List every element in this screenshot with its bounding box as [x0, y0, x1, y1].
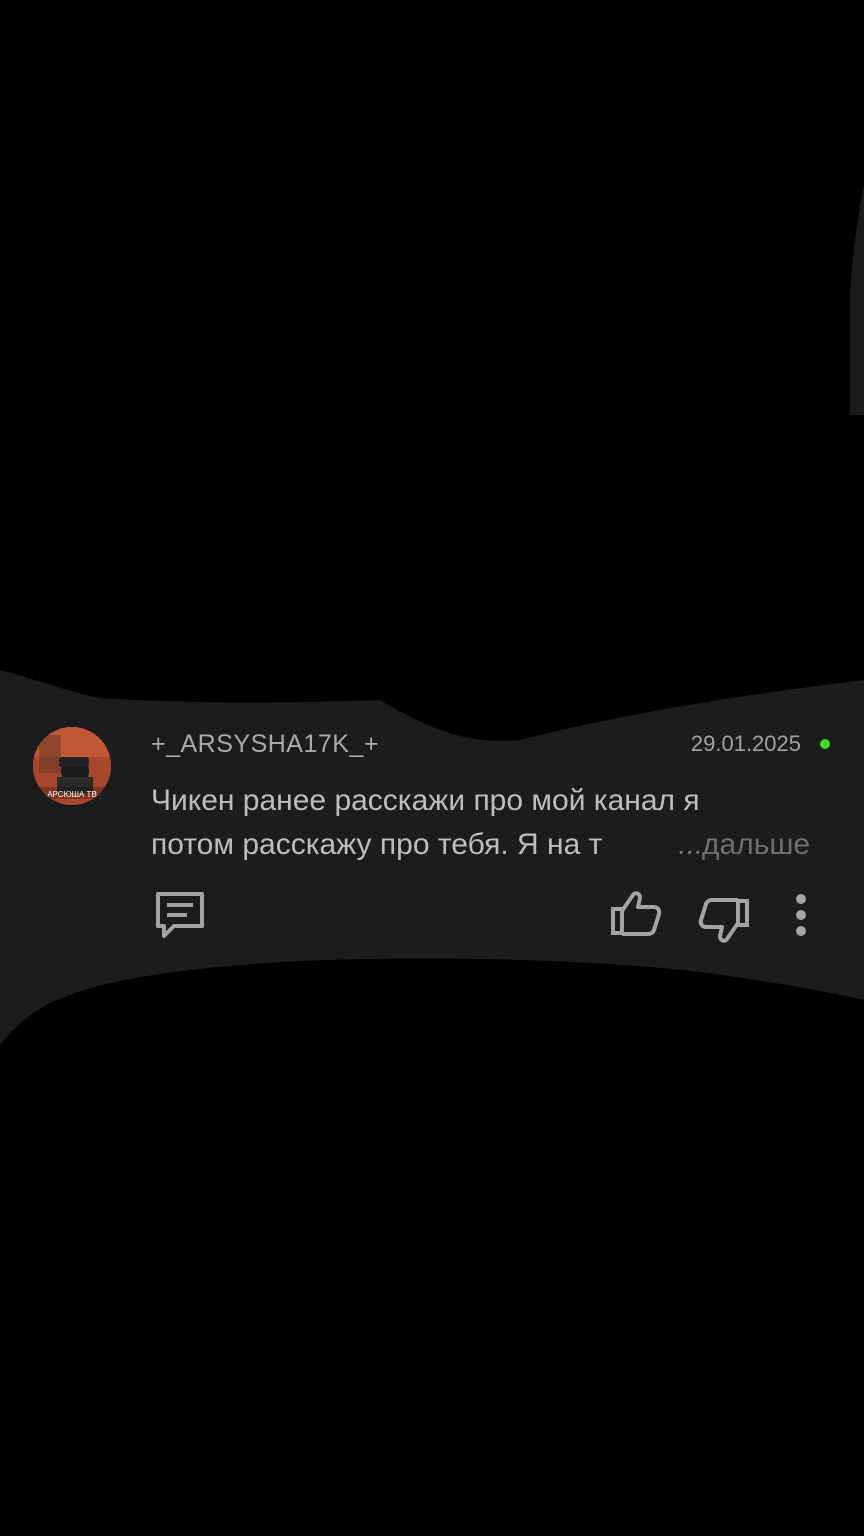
online-indicator: [820, 739, 830, 749]
reply-button[interactable]: [150, 886, 210, 946]
avatar-image: АРСЮША ТВ: [33, 727, 111, 805]
avatar-caption: АРСЮША ТВ: [47, 790, 97, 799]
comment-bubble-icon: [156, 892, 204, 938]
comment-text-line-1: Чикен ранее расскажи про мой канал я: [151, 784, 700, 817]
avatar[interactable]: АРСЮША ТВ: [33, 727, 111, 805]
edge-artifact: [850, 185, 864, 415]
vertical-ellipsis-icon: [796, 894, 806, 936]
read-more-link[interactable]: ...дальше: [677, 823, 810, 867]
comment-body: Чикен ранее расскажи про мой канал я пот…: [151, 779, 831, 867]
more-options-button[interactable]: [786, 890, 816, 940]
dislike-button[interactable]: [694, 893, 754, 949]
thumb-down-icon: [698, 898, 749, 943]
screen: АРСЮША ТВ +_ARSYSHA17K_+ 29.01.2025 Чике…: [0, 0, 864, 1536]
comment-item: АРСЮША ТВ +_ARSYSHA17K_+ 29.01.2025 Чике…: [0, 700, 864, 960]
comment-author[interactable]: +_ARSYSHA17K_+: [151, 730, 379, 759]
thumb-up-icon: [611, 891, 662, 936]
comment-date: 29.01.2025: [690, 731, 801, 756]
like-button[interactable]: [606, 886, 666, 942]
comment-text-line-2: потом расскажу про тебя. Я на т: [151, 828, 603, 861]
